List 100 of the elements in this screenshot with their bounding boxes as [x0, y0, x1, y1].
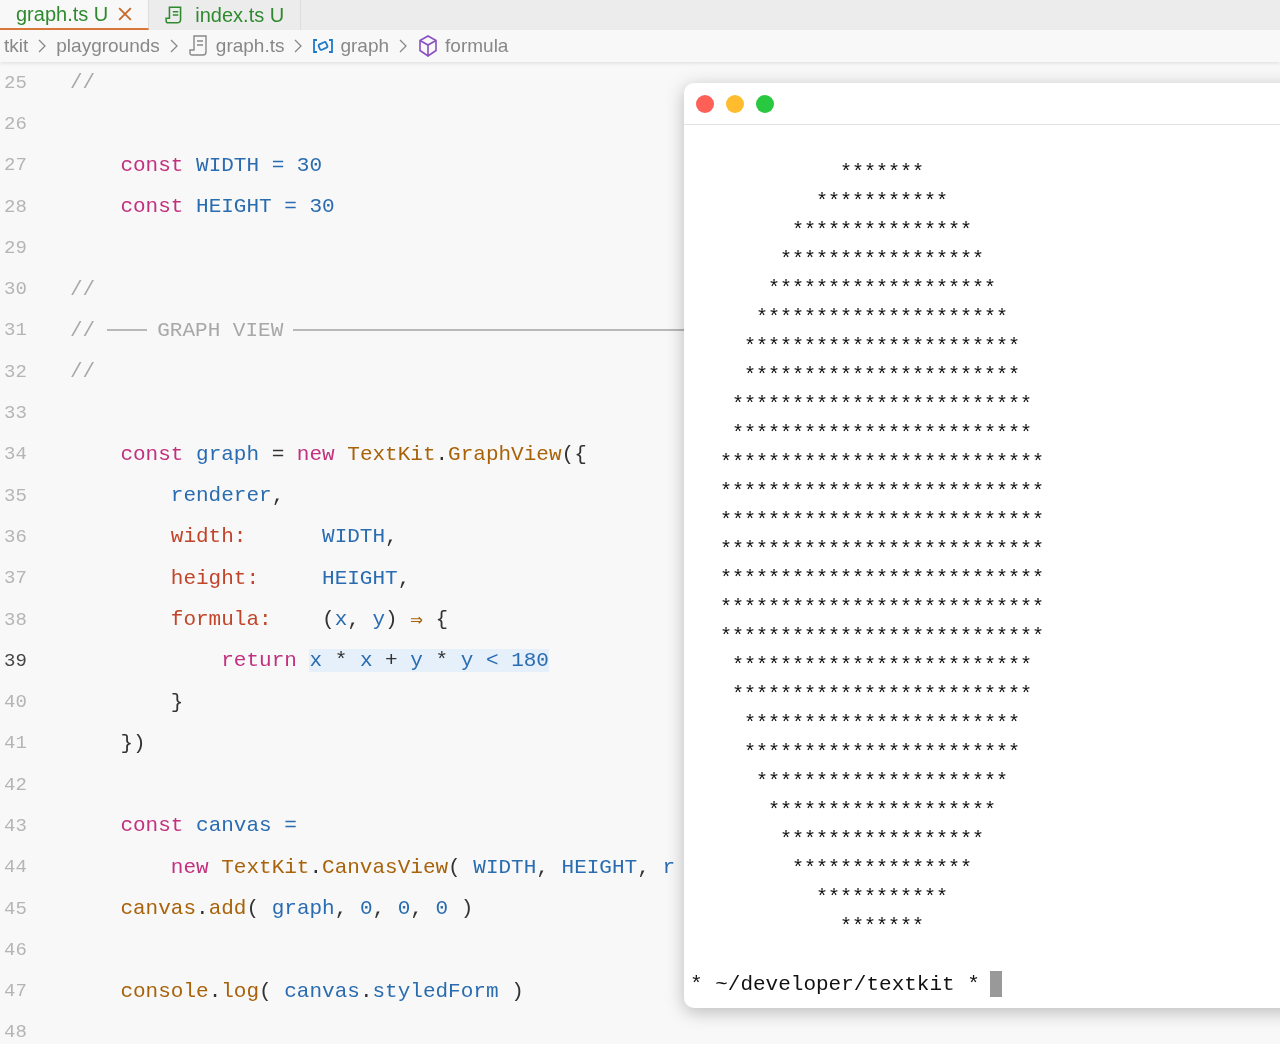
code-token: new — [296, 442, 335, 466]
code-token: , — [334, 897, 349, 921]
code-token: const — [119, 153, 184, 177]
zoom-dot-icon[interactable] — [756, 94, 774, 113]
code-token: , — [347, 608, 361, 631]
line-number: 42 — [3, 773, 28, 796]
code-token: graph — [271, 897, 335, 921]
code-token: , — [385, 525, 398, 549]
close-icon[interactable] — [118, 7, 133, 21]
chevron-icon — [399, 39, 408, 53]
code-token: . — [196, 897, 209, 921]
code-token: canvas — [119, 897, 197, 921]
code-token: // — [70, 318, 96, 342]
section-heading: GRAPH VIEW — [157, 318, 284, 342]
code-token: HEIGHT — [561, 855, 638, 879]
line-number: 35 — [3, 484, 28, 507]
code-token: log — [221, 979, 260, 1003]
code-token: 30 — [309, 195, 335, 219]
line-number: 34 — [3, 443, 28, 466]
code-token: canvas = — [195, 814, 297, 838]
line-number: 25 — [3, 71, 28, 94]
code-token: . — [359, 979, 373, 1003]
code-token: , — [637, 855, 651, 879]
breadcrumb-item[interactable]: graph — [340, 35, 390, 57]
line-number: 39 — [3, 649, 28, 672]
code-token: 30 — [296, 153, 323, 177]
line-number: 26 — [3, 112, 28, 135]
code-token: height: — [169, 566, 260, 590]
editor-tab[interactable]: graph.ts U — [0, 0, 150, 30]
code-token: const — [119, 814, 184, 838]
code-token: WIDTH — [473, 855, 537, 879]
code-token: ( — [321, 608, 335, 631]
text-cursor — [989, 971, 1002, 997]
line-number: 48 — [3, 1021, 28, 1044]
code-token: ) — [459, 897, 474, 921]
code-token: ( — [448, 855, 462, 879]
code-token: graph — [195, 442, 260, 466]
line-number: 30 — [3, 278, 28, 301]
minimize-dot-icon[interactable] — [726, 94, 744, 113]
code-token: ( — [259, 979, 273, 1003]
code-token: 0 — [359, 897, 373, 921]
line-number: 44 — [3, 856, 28, 879]
line-number: 43 — [3, 815, 28, 837]
code-token: , — [397, 566, 411, 590]
code-token: } — [169, 690, 184, 714]
code-token: TextKit — [346, 442, 436, 466]
breadcrumb-item[interactable]: playgrounds — [56, 35, 160, 57]
code-token: TextKit — [220, 855, 310, 879]
code-token: GraphView — [448, 442, 562, 466]
code-token: . — [208, 979, 222, 1003]
code-token: , — [271, 484, 285, 508]
selected-code: x * x + y * y < 180 — [309, 649, 549, 673]
breadcrumb-item[interactable]: formula — [445, 35, 509, 57]
code-token: formula: — [169, 608, 272, 631]
file-icon — [187, 35, 210, 57]
code-token: . — [435, 442, 449, 466]
code-token: x — [334, 608, 348, 631]
code-token: new — [169, 855, 209, 879]
close-dot-icon[interactable] — [696, 94, 714, 113]
code-token: const — [119, 195, 184, 219]
line-number: 41 — [3, 732, 28, 755]
code-token: }) — [119, 731, 146, 755]
code-token: { — [434, 608, 449, 631]
line-number: 31 — [3, 319, 28, 342]
code-token: r — [662, 855, 675, 879]
code-token: , — [372, 897, 387, 921]
code-token: ({ — [561, 442, 587, 466]
code-token: // — [70, 71, 96, 95]
code-token: ⇒ — [410, 608, 423, 632]
code-token: , — [536, 855, 550, 879]
code-token: 0 — [435, 897, 449, 921]
code-token: y — [372, 608, 386, 631]
line-number: 47 — [3, 980, 28, 1003]
line-number: 33 — [3, 402, 28, 424]
code-token: = — [270, 442, 286, 466]
code-token: . — [309, 855, 323, 879]
code-token: console — [119, 979, 209, 1003]
chevron-icon — [294, 39, 303, 53]
line-number: 36 — [3, 525, 28, 548]
code-token: renderer — [169, 484, 272, 508]
code-token: WIDTH = — [195, 153, 286, 177]
chevron-icon — [38, 39, 47, 53]
code-token: ) — [510, 979, 524, 1003]
breadcrumb-item[interactable]: graph.ts — [215, 35, 285, 57]
code-token: ) — [385, 608, 399, 631]
code-token: HEIGHT = — [195, 195, 298, 219]
code-token: , — [410, 897, 424, 921]
code-token: CanvasView — [322, 855, 449, 879]
code-token: 0 — [397, 897, 411, 921]
code-token: HEIGHT — [321, 566, 398, 590]
chevron-icon — [169, 39, 178, 53]
breadcrumb-item[interactable]: tkit — [4, 35, 29, 57]
line-number: 27 — [3, 154, 28, 177]
code-token: const — [119, 442, 184, 466]
line-number: 40 — [3, 691, 28, 714]
terminal-prompt: * ~/developer/textkit * — [690, 972, 980, 996]
cube-icon — [417, 35, 440, 57]
line-number: 28 — [3, 195, 28, 218]
code-token: width: — [169, 525, 247, 549]
code-token: WIDTH — [321, 525, 386, 549]
